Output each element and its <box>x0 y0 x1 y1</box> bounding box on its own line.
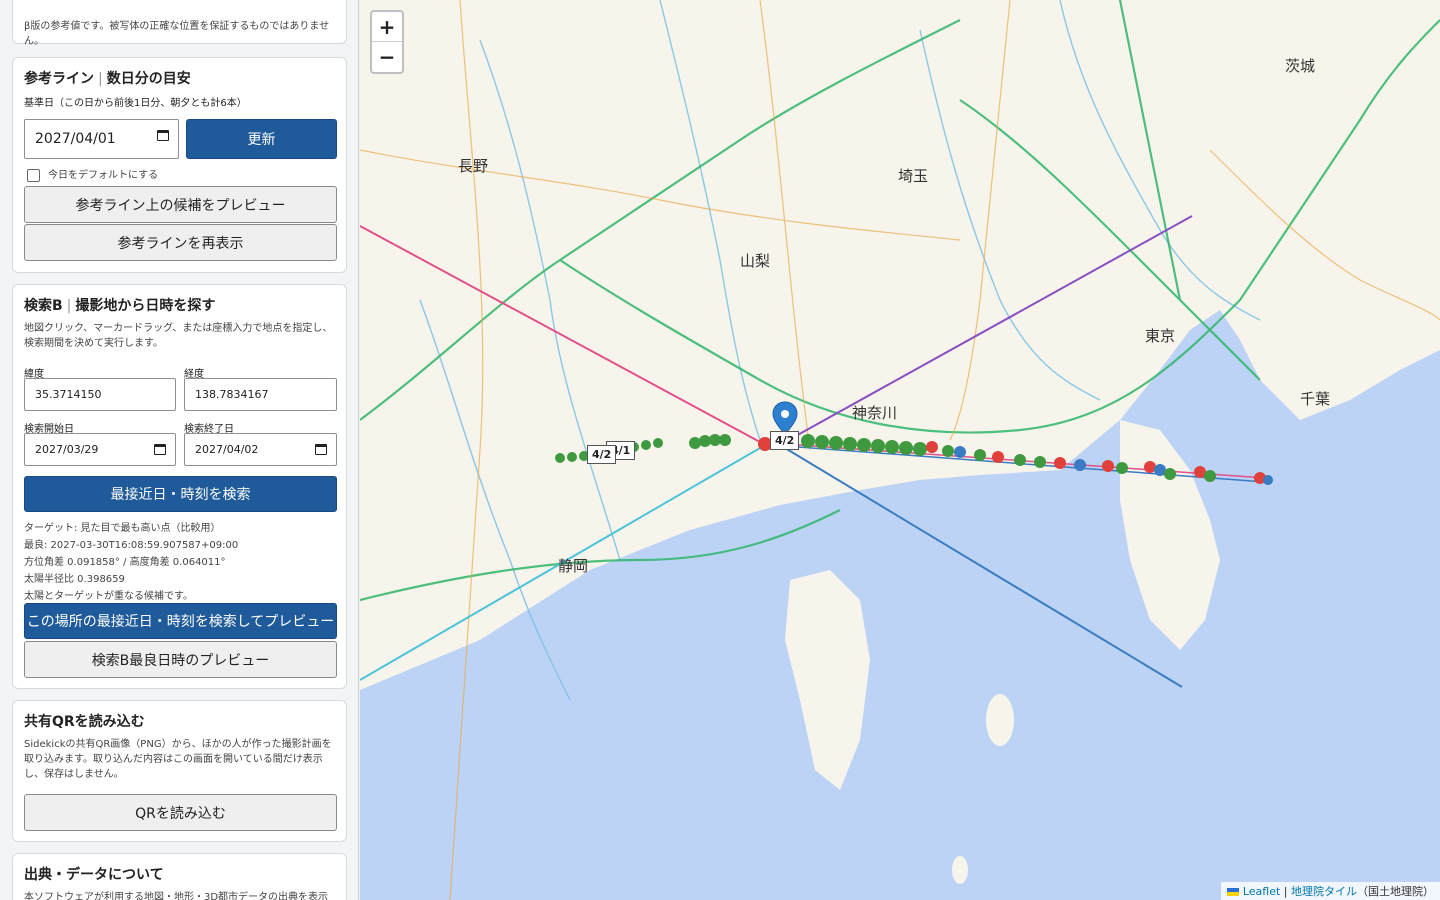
closest-search-button[interactable]: 最接近日・時刻を検索 <box>24 476 337 512</box>
search-b-description: 地図クリック、マーカードラッグ、または座標入力で地点を指定し、検索期間を決めて実… <box>24 323 333 349</box>
preview-candidates-button[interactable]: 参考ライン上の候補をプレビュー <box>24 186 337 223</box>
zoom-control: + − <box>370 10 404 74</box>
calendar-icon <box>315 444 327 455</box>
qr-title: 共有QRを読み込む <box>24 714 145 730</box>
island <box>986 694 1014 746</box>
load-qr-button[interactable]: QRを読み込む <box>24 794 337 831</box>
place-label: 神奈川 <box>852 404 898 422</box>
default-today-label: 今日をデフォルトにする <box>48 170 159 181</box>
reference-title: 参考ライン | 数日分の目安 <box>24 71 191 87</box>
marker-date-label: 4/2 <box>770 431 800 450</box>
calendar-icon <box>157 130 169 141</box>
sources-title: 出典・データについて <box>24 867 164 883</box>
map-view[interactable]: 長野 山梨 静岡 神奈川 千葉 埼玉 茨城 東京 4/1 4/2 4/2 + −… <box>360 0 1440 900</box>
qr-description: Sidekickの共有QR画像（PNG）から、ほかの人が作った撮影計画を取り込み… <box>24 739 332 780</box>
place-label: 茨城 <box>1285 57 1316 75</box>
base-date-input[interactable]: 2027/04/01 <box>24 119 179 159</box>
default-today-checkbox[interactable] <box>27 169 40 182</box>
beta-note: β版の参考値です。被写体の正確な位置を保証するものではありません。 <box>24 21 330 47</box>
best-preview-button[interactable]: 検索B最良日時のプレビュー <box>24 641 337 678</box>
search-b-title: 検索B | 撮影地から日時を探す <box>24 298 216 314</box>
map-canvas[interactable] <box>360 0 1440 900</box>
result-line: 太陽半径比 0.398659 <box>24 574 125 585</box>
search-and-preview-button[interactable]: この場所の最接近日・時刻を検索してプレビュー <box>24 603 337 639</box>
ukraine-flag-icon <box>1227 888 1240 896</box>
sidebar: β版の参考値です。被写体の正確な位置を保証するものではありません。 参考ライン |… <box>0 0 359 900</box>
sources-description: 本ソフトウェアが利用する地図・地形・3D都市データの出典を表示します。 <box>24 892 329 900</box>
update-button[interactable]: 更新 <box>186 119 337 159</box>
result-line: ターゲット: 見た目で最も高い点（比較用） <box>24 523 221 534</box>
gsi-tile-link[interactable]: 地理院タイル <box>1291 885 1357 898</box>
lat-input[interactable]: 35.3714150 <box>24 378 176 411</box>
start-date-input[interactable]: 2027/03/29 <box>24 433 176 466</box>
base-date-label: 基準日（この日から前後1日分、朝夕とも計6本） <box>24 98 247 109</box>
notice-card: β版の参考値です。被写体の正確な位置を保証するものではありません。 <box>12 0 347 47</box>
result-line: 最良: 2027-03-30T16:08:59.907587+09:00 <box>24 540 239 551</box>
island <box>952 856 968 884</box>
place-label: 東京 <box>1145 327 1176 345</box>
search-b-card: 検索B | 撮影地から日時を探す 地図クリック、マーカードラッグ、または座標入力で地… <box>12 284 347 689</box>
map-attribution: Leaflet | 地理院タイル（国土地理院） <box>1221 882 1440 900</box>
leaflet-link[interactable]: Leaflet <box>1243 885 1280 898</box>
redisplay-lines-button[interactable]: 参考ラインを再表示 <box>24 224 337 261</box>
track-label: 4/2 <box>587 445 617 464</box>
default-today-row: 今日をデフォルトにする <box>27 168 158 183</box>
qr-card: 共有QRを読み込む Sidekickの共有QR画像（PNG）から、ほかの人が作っ… <box>12 700 347 842</box>
place-label: 埼玉 <box>898 167 929 185</box>
reference-line-card: 参考ライン | 数日分の目安 基準日（この日から前後1日分、朝夕とも計6本） 202… <box>12 57 347 273</box>
search-result: ターゲット: 見た目で最も高い点（比較用） 最良: 2027-03-30T16:… <box>24 520 238 605</box>
place-label: 千葉 <box>1300 390 1331 408</box>
zoom-out-button[interactable]: − <box>372 42 402 72</box>
place-label: 静岡 <box>558 557 589 575</box>
end-date-input[interactable]: 2027/04/02 <box>184 433 337 466</box>
calendar-icon <box>154 444 166 455</box>
lon-input[interactable]: 138.7834167 <box>184 378 337 411</box>
sources-card: 出典・データについて 本ソフトウェアが利用する地図・地形・3D都市データの出典を… <box>12 853 347 900</box>
zoom-in-button[interactable]: + <box>372 12 402 42</box>
place-label: 長野 <box>458 157 489 175</box>
place-label: 山梨 <box>740 252 771 270</box>
result-line: 方位角差 0.091858° / 高度角差 0.064011° <box>24 557 226 568</box>
